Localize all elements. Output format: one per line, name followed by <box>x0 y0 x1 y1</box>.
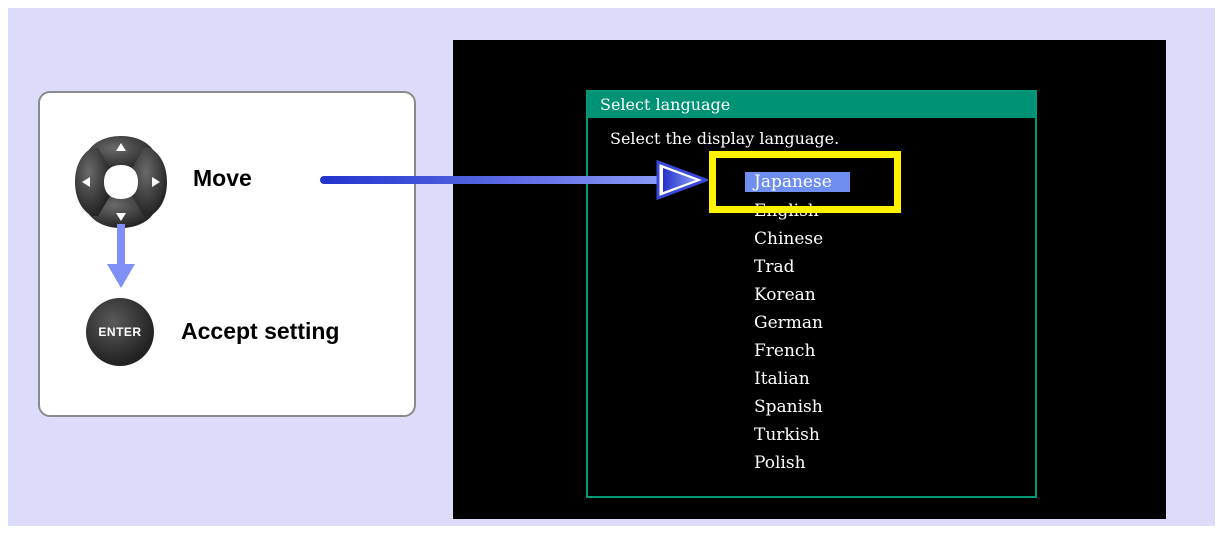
language-option-polish[interactable]: Polish <box>754 452 806 474</box>
pointer-arrow-icon <box>320 160 708 200</box>
language-option-trad[interactable]: Trad <box>754 256 794 278</box>
enter-key-button[interactable]: ENTER <box>86 298 154 366</box>
enter-key-label: ENTER <box>98 325 142 339</box>
language-option-french[interactable]: French <box>754 340 815 362</box>
language-option-turkish[interactable]: Turkish <box>754 424 820 446</box>
language-option-italian[interactable]: Italian <box>754 368 810 390</box>
language-option-korean[interactable]: Korean <box>754 284 816 306</box>
move-label: Move <box>193 165 252 191</box>
down-arrow-icon <box>107 224 135 288</box>
selection-callout-box <box>709 151 901 213</box>
accept-setting-label: Accept setting <box>181 318 340 344</box>
language-option-spanish[interactable]: Spanish <box>754 396 823 418</box>
cursor-keys-icon[interactable] <box>72 133 170 231</box>
language-option-german[interactable]: German <box>754 312 823 334</box>
language-option-chinese[interactable]: Chinese <box>754 228 823 250</box>
